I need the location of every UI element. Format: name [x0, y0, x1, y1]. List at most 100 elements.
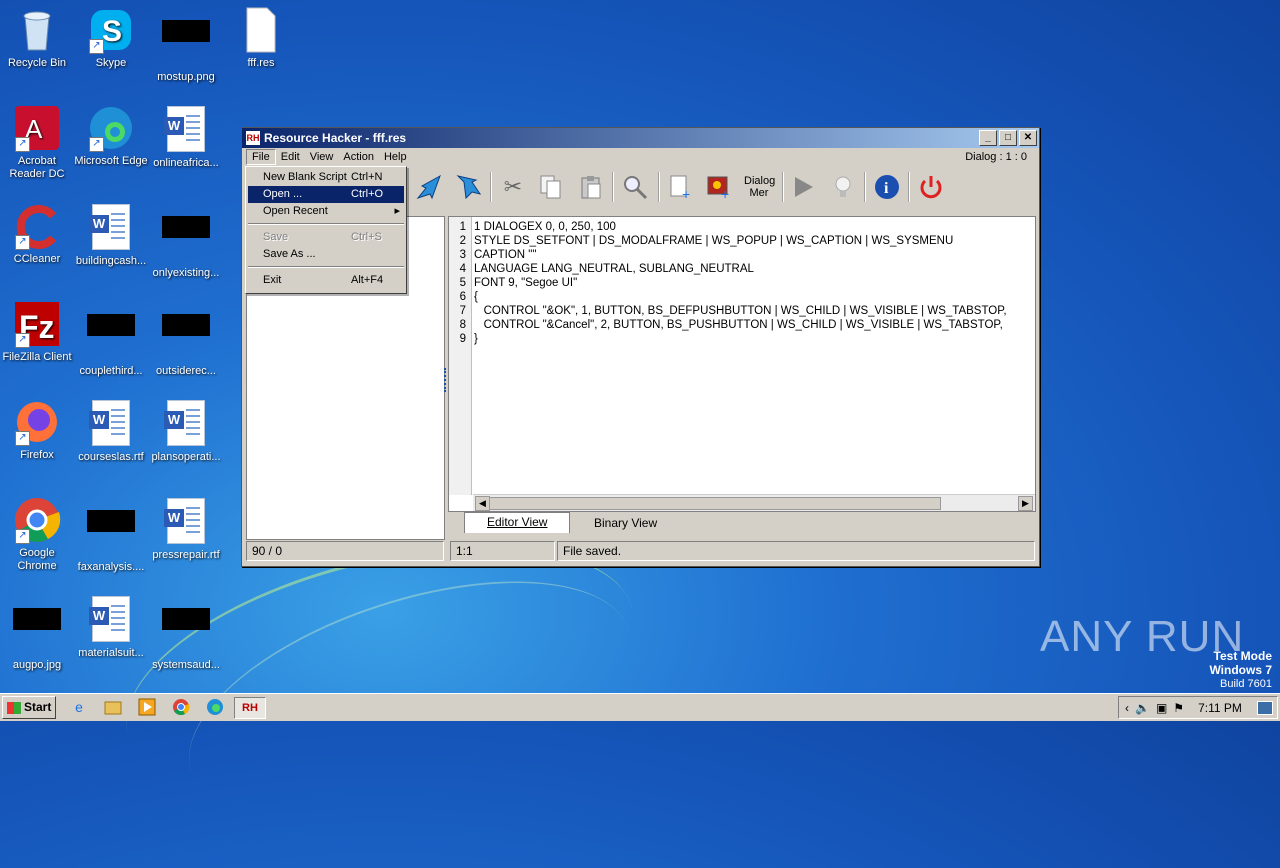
network-icon[interactable]: ▣ [1156, 701, 1167, 715]
cut-icon[interactable]: ✂ [498, 172, 528, 202]
code-line[interactable]: 9} [449, 332, 1035, 346]
add-image-icon[interactable]: + [704, 172, 734, 202]
code-line[interactable]: 5 FONT 9, "Segoe UI" [449, 276, 1035, 290]
desktop-icon[interactable]: Recycle Bin [0, 6, 74, 70]
search-icon[interactable] [620, 172, 650, 202]
chevron-icon[interactable]: ‹ [1125, 701, 1129, 715]
windows-logo-icon [7, 701, 21, 714]
menu-item-label: Save As ... [263, 248, 316, 260]
desktop-icon[interactable]: couplethird... [74, 300, 148, 378]
show-desktop-icon[interactable] [1257, 700, 1273, 715]
desktop-icon[interactable]: mostup.png [149, 6, 223, 84]
desktop-icon-label: buildingcash... [75, 255, 147, 267]
code-text: CONTROL "&OK", 1, BUTTON, BS_DEFPUSHBUTT… [474, 305, 1007, 317]
code-area[interactable]: 1 1 DIALOGEX 0, 0, 250, 100 2 STYLE DS_SETF… [449, 220, 1035, 346]
file-explorer-icon[interactable] [102, 697, 124, 717]
script-editor[interactable]: 1 1 DIALOGEX 0, 0, 250, 100 2 STYLE DS_SETF… [448, 216, 1036, 512]
dialog-indicator: Dialog : 1 : 0 [965, 151, 1027, 163]
info-icon[interactable]: i [872, 172, 902, 202]
menu-help[interactable]: Help [379, 150, 412, 164]
scroll-left-icon[interactable]: ◀ [475, 496, 490, 511]
desktop-icon[interactable]: outsiderec... [149, 300, 223, 378]
tab-editor-view[interactable]: Editor View [464, 512, 571, 533]
minimize-button[interactable]: _ [979, 130, 997, 146]
desktop-icon[interactable]: Wcourseslas.rtf [74, 398, 148, 464]
code-line[interactable]: 7 CONTROL "&OK", 1, BUTTON, BS_DEFPUSHBU… [449, 304, 1035, 318]
code-line[interactable]: 3 CAPTION "" [449, 248, 1035, 262]
chrome-icon: ↗ [13, 496, 61, 544]
desktop-icon-label: Acrobat Reader DC [9, 155, 65, 180]
desktop-icon[interactable]: Wonlineafrica... [149, 104, 223, 170]
desktop-icon[interactable]: Wplansoperati... [149, 398, 223, 464]
desktop-icon[interactable]: faxanalysis.... [74, 496, 148, 574]
paste-icon[interactable] [576, 172, 606, 202]
desktop-icon-label: Firefox [20, 449, 54, 461]
menu-item-open[interactable]: Open ... Ctrl+O [248, 186, 404, 203]
code-line[interactable]: 6{ [449, 290, 1035, 304]
desktop-icon-label: courseslas.rtf [78, 451, 144, 463]
watermark-line: Test Mode [1213, 649, 1272, 663]
status-cursor-position: 1:1 [450, 541, 555, 561]
code-line[interactable]: 4 LANGUAGE LANG_NEUTRAL, SUBLANG_NEUTRAL [449, 262, 1035, 276]
menu-item-shortcut: Ctrl+O [351, 188, 384, 200]
desktop-icon[interactable]: S ↗ Skype [74, 6, 148, 70]
svg-text:+: + [721, 186, 729, 200]
code-line[interactable]: 2 STYLE DS_SETFONT | DS_MODALFRAME | WS_P… [449, 234, 1035, 248]
desktop-icon[interactable]: Wmaterialsuit... [74, 594, 148, 660]
start-button[interactable]: Start [2, 696, 56, 719]
run-script-icon[interactable] [788, 172, 818, 202]
desktop-icon[interactable]: A ↗ Acrobat Reader DC [0, 104, 74, 181]
add-resource-icon[interactable]: + [666, 172, 696, 202]
desktop-icon[interactable]: fff.res [224, 6, 298, 70]
line-number: 1 [459, 221, 466, 233]
desktop-icon[interactable]: ↗ CCleaner [0, 202, 74, 266]
horizontal-scrollbar[interactable]: ◀ ▶ [473, 494, 1035, 511]
edge-icon[interactable] [204, 697, 226, 717]
menu-view[interactable]: View [305, 150, 339, 164]
code-line[interactable]: 1 1 DIALOGEX 0, 0, 250, 100 [449, 220, 1035, 234]
desktop-icon[interactable]: ↗ Firefox [0, 398, 74, 462]
flag-icon[interactable]: ⚑ [1173, 701, 1184, 715]
menu-item-open-recent[interactable]: Open Recent ▸ [248, 203, 404, 220]
desktop-icon[interactable]: ↗ Google Chrome [0, 496, 74, 573]
lightbulb-icon[interactable] [828, 172, 858, 202]
resource-hacker-taskbar-button[interactable]: RH [234, 697, 266, 719]
dialog-merge-icon[interactable]: Dialog Mer [742, 172, 776, 202]
code-line[interactable]: 8 CONTROL "&Cancel", 2, BUTTON, BS_PUSHB… [449, 318, 1035, 332]
desktop-icon[interactable]: Fz ↗ FileZilla Client [0, 300, 74, 364]
power-icon[interactable] [916, 172, 946, 202]
media-player-icon[interactable] [136, 697, 158, 717]
maximize-button[interactable]: □ [999, 130, 1017, 146]
menu-file[interactable]: File [246, 149, 276, 165]
title-bar[interactable]: RH Resource Hacker - fff.res _ □ ✕ [242, 128, 1039, 148]
internet-explorer-icon[interactable]: e [68, 697, 90, 717]
chrome-icon[interactable] [170, 697, 192, 717]
speaker-icon[interactable]: 🔈 [1135, 701, 1150, 715]
dialog-merge-label: Dialog Mer [744, 175, 776, 199]
menu-separator [248, 266, 404, 268]
desktop-icon[interactable]: Wpressrepair.rtf [149, 496, 223, 562]
arrow-down-left-icon[interactable] [414, 172, 444, 202]
menu-item-exit[interactable]: Exit Alt+F4 [248, 272, 404, 289]
menu-item-save-as[interactable]: Save As ... [248, 246, 404, 263]
scroll-right-icon[interactable]: ▶ [1018, 496, 1033, 511]
copy-icon[interactable] [536, 172, 566, 202]
clock[interactable]: 7:11 PM [1198, 701, 1242, 715]
arrow-up-right-icon[interactable] [454, 172, 484, 202]
menu-item-new-blank-script[interactable]: New Blank Script Ctrl+N [248, 169, 404, 186]
image-file-icon [87, 510, 135, 558]
desktop-icon[interactable]: augpo.jpg [0, 594, 74, 672]
menu-edit[interactable]: Edit [276, 150, 305, 164]
desktop-icon[interactable]: onlyexisting... [149, 202, 223, 280]
desktop-icon-label: outsiderec... [156, 365, 216, 377]
desktop-icon[interactable]: systemsaud... [149, 594, 223, 672]
tab-binary-view[interactable]: Binary View [572, 514, 679, 532]
desktop-icon[interactable]: Wbuildingcash... [74, 202, 148, 268]
edge-icon: ↗ [87, 104, 135, 152]
close-button[interactable]: ✕ [1019, 130, 1037, 146]
scroll-thumb[interactable] [489, 497, 941, 510]
system-tray: ‹ 🔈 ▣ ⚑ 7:11 PM [1118, 696, 1278, 719]
file-icon [237, 6, 285, 54]
desktop-icon[interactable]: ↗ Microsoft Edge [74, 104, 148, 168]
menu-action[interactable]: Action [338, 150, 379, 164]
